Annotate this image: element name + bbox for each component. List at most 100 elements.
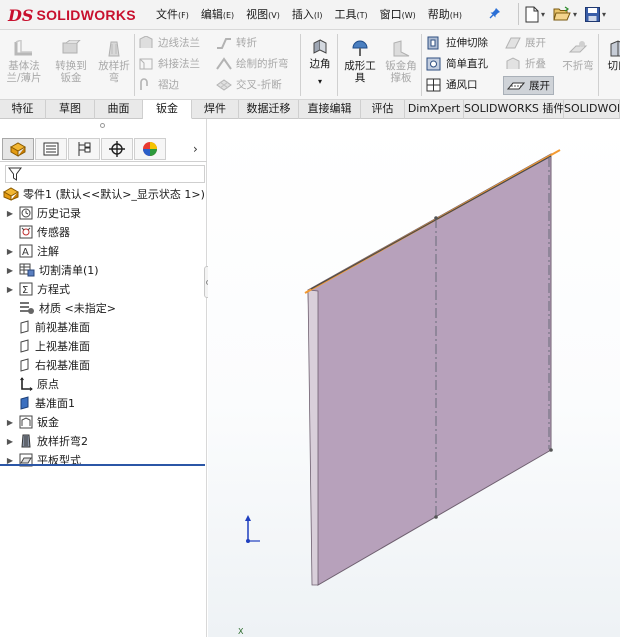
menu-tools[interactable]: 工具(T) <box>334 6 367 22</box>
tree-item-cut-list[interactable]: ▶ 切割清单(1) <box>5 261 99 279</box>
rip-button[interactable]: 切口 <box>603 40 620 72</box>
simple-hole-icon <box>426 57 441 70</box>
panel-more-chevron[interactable]: › <box>193 142 198 156</box>
extruded-cut-button[interactable]: 拉伸切除 <box>426 35 488 50</box>
base-flange-icon <box>14 40 32 56</box>
jog-button[interactable]: 转折 <box>216 35 257 50</box>
tab-features[interactable]: 特征 <box>0 100 46 119</box>
tab-sketch[interactable]: 草图 <box>46 100 95 119</box>
tree-filter[interactable] <box>5 165 205 183</box>
lofted-bend-icon <box>108 41 120 57</box>
tab-solidworks-addins[interactable]: SOLIDWORKS 插件 <box>464 100 564 119</box>
part-face <box>307 153 552 586</box>
propertymanager-tab[interactable] <box>35 138 67 160</box>
open-button[interactable]: ▾ <box>553 6 577 22</box>
ds-logo-mark: DS <box>8 5 34 25</box>
graphics-area[interactable]: X <box>208 119 620 637</box>
tab-evaluate[interactable]: 评估 <box>361 100 405 119</box>
expand-arrow-icon[interactable]: ▶ <box>5 209 15 218</box>
command-manager-tabs: 特征 草图 曲面 钣金 焊件 数据迁移 直接编辑 评估 DimXpert SOL… <box>0 100 620 119</box>
history-icon <box>19 206 33 220</box>
rip-icon <box>610 40 620 57</box>
expand-arrow-icon[interactable]: ▶ <box>5 247 15 256</box>
equation-icon: Σ <box>19 282 33 296</box>
vent-button[interactable]: 通风口 <box>426 77 478 92</box>
menu-file[interactable]: 文件(F) <box>156 6 189 22</box>
propertymanager-icon <box>43 142 59 156</box>
corners-dropdown-arrow[interactable]: ▾ <box>304 76 336 88</box>
tree-item-plane1[interactable]: 基准面1 <box>5 394 75 412</box>
expand-arrow-icon[interactable]: ▶ <box>5 418 15 427</box>
expand-arrow-icon[interactable]: ▶ <box>5 285 15 294</box>
menu-edit[interactable]: 编辑(E) <box>201 6 234 22</box>
sketched-bend-button[interactable]: 绘制的折弯 <box>216 56 289 71</box>
expand-arrow-icon[interactable]: ▶ <box>5 266 15 275</box>
tree-root-part[interactable]: 零件1 (默认<<默认>_显示状态 1>) <box>3 185 205 203</box>
forming-tool-button[interactable]: 成形工 具 <box>341 40 379 84</box>
tab-data-migration[interactable]: 数据迁移 <box>239 100 299 119</box>
tab-dimxpert[interactable]: DimXpert <box>405 100 464 119</box>
panel-grip[interactable] <box>100 123 105 128</box>
tree-item-lofted-bend2[interactable]: ▶ 放样折弯2 <box>5 432 88 450</box>
hem-button[interactable]: 褶边 <box>138 77 179 92</box>
pin-icon[interactable] <box>489 7 501 22</box>
convert-to-sheet-metal-button[interactable]: 转换到 钣金 <box>52 40 90 84</box>
menu-window[interactable]: 窗口(W) <box>380 6 416 22</box>
vent-icon <box>426 78 441 91</box>
configurationmanager-icon <box>78 142 91 156</box>
tree-item-flat-pattern[interactable]: ▶ 平板型式 <box>5 451 81 469</box>
solidworks-logo[interactable]: DS SOLIDWORKS <box>8 5 136 25</box>
displaymanager-icon <box>143 142 157 156</box>
tree-item-equations[interactable]: ▶ Σ 方程式 <box>5 280 70 298</box>
rollback-bar[interactable] <box>0 464 205 466</box>
tree-item-sheet-metal[interactable]: ▶ 钣金 <box>5 413 59 431</box>
lofted-bend-icon <box>19 434 33 448</box>
tree-item-origin[interactable]: 原点 <box>5 375 59 393</box>
tree-item-material[interactable]: 材质 <未指定> <box>5 299 116 317</box>
fold-button[interactable]: 折叠 <box>505 56 546 71</box>
tab-sheet-metal[interactable]: 钣金 <box>143 100 192 119</box>
no-bends-button[interactable]: 不折弯 <box>560 40 596 72</box>
tab-direct-editing[interactable]: 直接编辑 <box>299 100 361 119</box>
panel-tabs: › <box>0 136 207 162</box>
menu-help[interactable]: 帮助(H) <box>428 6 462 22</box>
tab-solidworks-mbd[interactable]: SOLIDWORKS MBD <box>564 100 620 119</box>
unfold-button[interactable]: 展开 <box>505 35 546 50</box>
tree-item-history[interactable]: ▶ 历史记录 <box>5 204 81 222</box>
save-icon <box>585 6 601 22</box>
lofted-bend-button[interactable]: 放样折 弯 <box>95 40 133 84</box>
simple-hole-button[interactable]: 简单直孔 <box>426 56 488 71</box>
tree-item-annotations[interactable]: ▶ A 注解 <box>5 242 59 260</box>
cut-list-icon <box>19 263 35 277</box>
sheet-metal-gusset-button[interactable]: 钣金角 撑板 <box>382 40 420 84</box>
extruded-cut-icon <box>427 36 439 49</box>
tab-weldments[interactable]: 焊件 <box>192 100 239 119</box>
tab-surfaces[interactable]: 曲面 <box>95 100 143 119</box>
tree-item-right-plane[interactable]: 右视基准面 <box>5 356 90 374</box>
material-icon <box>19 301 35 315</box>
base-flange-button[interactable]: 基体法 兰/薄片 <box>6 40 42 84</box>
dimxpertmanager-tab[interactable] <box>101 138 133 160</box>
expand-arrow-icon[interactable]: ▶ <box>5 437 15 446</box>
cross-break-button[interactable]: 交叉-折断 <box>216 77 282 92</box>
sketched-bend-icon <box>216 56 232 70</box>
menu-insert[interactable]: 插入(I) <box>292 6 323 22</box>
new-document-button[interactable]: ▾ <box>525 6 545 23</box>
corners-button[interactable]: 边角 ▾ <box>304 38 336 88</box>
flatten-button[interactable]: 展开 <box>503 76 554 95</box>
save-button[interactable]: ▾ <box>585 6 606 22</box>
tree-item-sensors[interactable]: 传感器 <box>5 223 70 241</box>
displaymanager-tab[interactable] <box>134 138 166 160</box>
configurationmanager-tab[interactable] <box>68 138 100 160</box>
edge-flange-button[interactable]: 边线法兰 <box>138 35 200 50</box>
sheet-metal-part-model[interactable] <box>208 119 620 637</box>
tree-item-front-plane[interactable]: 前视基准面 <box>5 318 90 336</box>
tree-item-top-plane[interactable]: 上视基准面 <box>5 337 90 355</box>
sensor-icon <box>19 225 33 239</box>
jog-icon <box>217 37 231 49</box>
featuremanager-tab[interactable] <box>2 138 34 160</box>
menu-view[interactable]: 视图(V) <box>246 6 280 22</box>
convert-to-sheet-metal-icon <box>62 40 81 54</box>
miter-flange-button[interactable]: 斜接法兰 <box>138 56 200 71</box>
new-document-icon <box>525 6 539 22</box>
